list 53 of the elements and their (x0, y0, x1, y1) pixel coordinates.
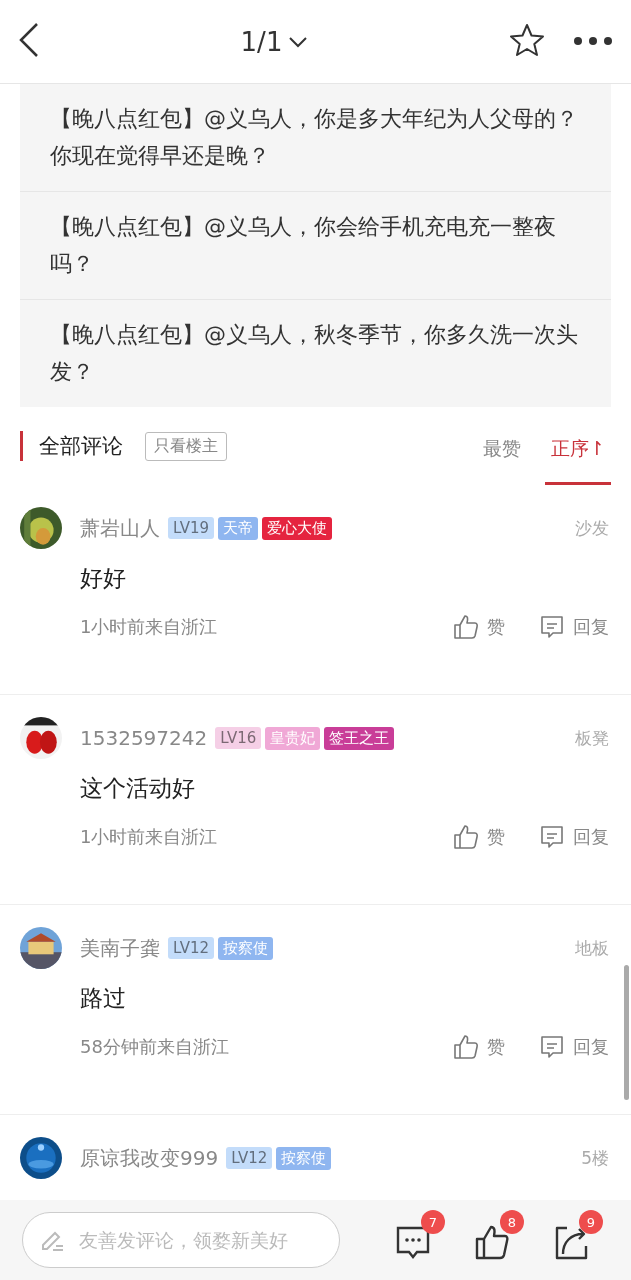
user-tag: 签王之王 (324, 726, 395, 750)
floor-label: 地板 (575, 936, 609, 960)
user-name[interactable]: 1532597242 (80, 726, 208, 750)
comment-meta: 1小时前来自浙江 (80, 825, 218, 849)
user-name[interactable]: 美南子龚 (80, 934, 160, 962)
related-post-link[interactable]: 【晚八点红包】@义乌人，你是多大年纪为人父母的？你现在觉得早还是晚？ (20, 84, 611, 192)
comment-meta: 58分钟前来自浙江 (80, 1035, 229, 1059)
speech-bubble-icon (539, 824, 565, 850)
like-button[interactable]: 赞 (453, 824, 505, 850)
author-only-button[interactable]: 只看楼主 (145, 431, 227, 461)
user-tag: LV12 (226, 1147, 273, 1169)
user-tag: LV19 (168, 517, 215, 539)
floor-label: 板凳 (575, 726, 609, 750)
floor-label: 沙发 (575, 516, 609, 540)
user-name[interactable]: 原谅我改变999 (80, 1144, 219, 1172)
like-button[interactable]: 8 (474, 1210, 524, 1260)
count-badge: 9 (579, 1210, 603, 1234)
reply-button[interactable]: 回复 (539, 824, 609, 850)
sort-tab[interactable]: 最赞 (477, 415, 528, 485)
related-post-link[interactable]: 【晚八点红包】@义乌人，你会给手机充电充一整夜吗？ (20, 192, 611, 300)
related-post-link[interactable]: 【晚八点红包】@义乌人，秋冬季节，你多久洗一次头发？ (20, 300, 611, 407)
speech-bubble-icon (539, 614, 565, 640)
comment-meta: 1小时前来自浙江 (80, 615, 218, 639)
user-tag: 按察使 (218, 936, 274, 960)
share-button[interactable]: 9 (553, 1210, 603, 1260)
sort-tab[interactable]: 正序↾ (545, 415, 611, 485)
user-tag: 按察使 (276, 1146, 332, 1170)
user-tag: LV16 (215, 727, 262, 749)
section-title: 全部评论 (39, 433, 123, 460)
speech-bubble-icon (539, 1034, 565, 1060)
reply-button[interactable]: 回复 (539, 1034, 609, 1060)
thumbs-up-icon (453, 824, 479, 850)
comment-text: 路过 (80, 984, 127, 1013)
like-button[interactable]: 赞 (453, 614, 505, 640)
user-tag: LV12 (168, 937, 215, 959)
count-badge: 8 (500, 1210, 524, 1234)
user-tag: 爱心大使 (262, 516, 333, 540)
comment-input-field[interactable]: 友善发评论，领婺新美好 (77, 1228, 311, 1252)
count-badge: 7 (421, 1210, 445, 1234)
user-name[interactable]: 萧岩山人 (80, 514, 160, 542)
comment-button[interactable]: 7 (395, 1210, 445, 1260)
user-tag: 皇贵妃 (265, 726, 321, 750)
comment-input-field[interactable]: 友善发评论，领婺新美好 (22, 1212, 340, 1268)
user-tag: 天帝 (218, 516, 259, 540)
floor-label: 5楼 (581, 1146, 609, 1170)
chevron-down-icon (288, 35, 309, 48)
reply-button[interactable]: 回复 (539, 614, 609, 640)
page-indicator[interactable]: 1/1 (240, 26, 309, 57)
thumbs-up-icon (453, 1034, 479, 1060)
comment-text: 好好 (80, 564, 127, 593)
comment-text: 这个活动好 (80, 774, 196, 803)
like-button[interactable]: 赞 (453, 1034, 505, 1060)
thumbs-up-icon (453, 614, 479, 640)
